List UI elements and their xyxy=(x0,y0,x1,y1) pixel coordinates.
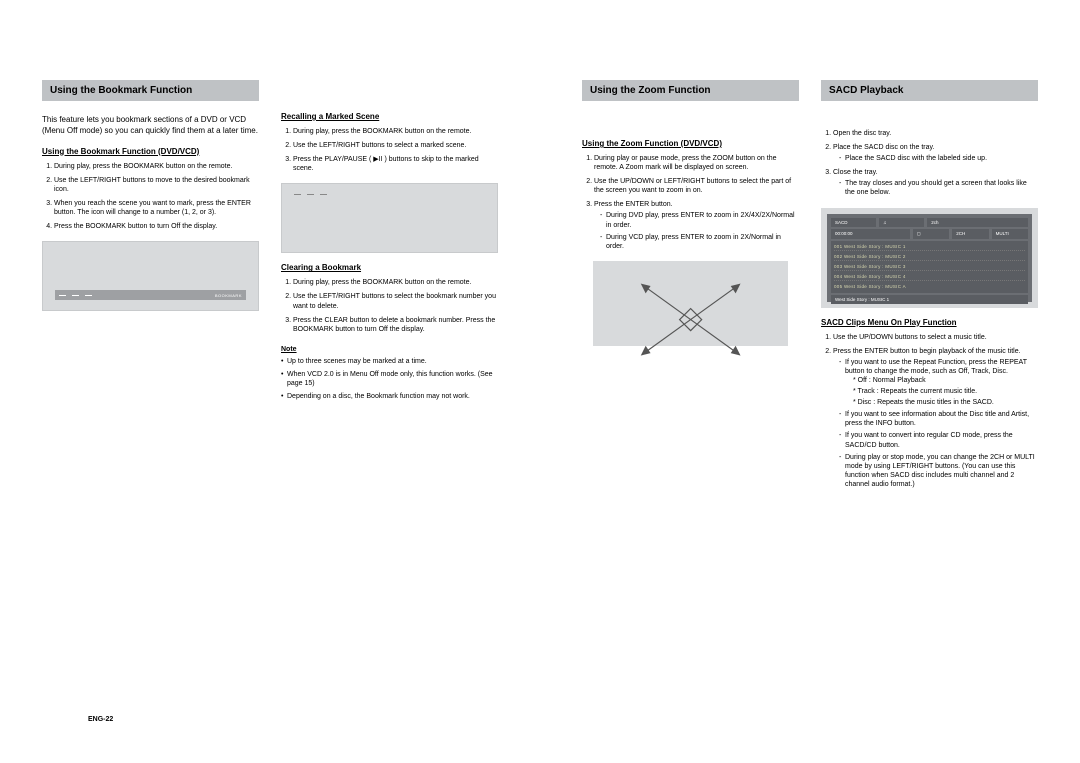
step: Press the BOOKMARK button to turn Off th… xyxy=(54,222,259,231)
section-title-bookmark: Using the Bookmark Function xyxy=(42,80,259,101)
left-col-2: Recalling a Marked Scene During play, pr… xyxy=(281,80,498,405)
note-item: Depending on a disc, the Bookmark functi… xyxy=(281,392,498,401)
step: Place the SACD disc on the tray. Place t… xyxy=(833,143,1038,163)
intro-text: This feature lets you bookmark sections … xyxy=(42,115,259,137)
sacd-track: 002 West Side Story : MUSIC 2 xyxy=(834,254,1025,261)
subhead-zoom-fn: Using the Zoom Function (DVD/VCD) xyxy=(582,139,799,148)
note-label: Note xyxy=(281,346,498,353)
section-title-sacd: SACD Playback xyxy=(821,80,1038,101)
subhead-sacd-clips: SACD Clips Menu On Play Function xyxy=(821,318,1038,327)
page-right: Using the Zoom Function Using the Zoom F… xyxy=(540,0,1080,763)
steps-recall: During play, press the BOOKMARK button o… xyxy=(281,127,498,173)
note-item: Up to three scenes may be marked at a ti… xyxy=(281,357,498,366)
sacd-icon-cell: ♫ xyxy=(879,218,924,227)
sacd-dash: During play or stop mode, you can change… xyxy=(839,453,1038,489)
sacd-track-list: 001 West Side Story : MUSIC 1 002 West S… xyxy=(831,241,1028,293)
recall-screenshot xyxy=(281,183,498,253)
section-title-zoom: Using the Zoom Function xyxy=(582,80,799,101)
step: Close the tray. The tray closes and you … xyxy=(833,168,1038,197)
sacd-time: 00:00:00 xyxy=(831,229,910,239)
step: Press the CLEAR button to delete a bookm… xyxy=(293,316,498,334)
sacd-dash: If you want to use the Repeat Function, … xyxy=(839,358,1038,407)
step: Use the UP/DOWN buttons to select a musi… xyxy=(833,333,1038,342)
sacd-dash: If you want to see information about the… xyxy=(839,410,1038,428)
step: When you reach the scene you want to mar… xyxy=(54,199,259,217)
sacd-dash-list: If you want to use the Repeat Function, … xyxy=(833,358,1038,489)
sacd-track: 001 West Side Story : MUSIC 1 xyxy=(834,244,1025,251)
step: Use the UP/DOWN or LEFT/RIGHT buttons to… xyxy=(594,177,799,195)
note-item: When VCD 2.0 is in Menu Off mode only, t… xyxy=(281,370,498,388)
step: During play, press the BOOKMARK button o… xyxy=(54,162,259,171)
bookmark-screenshot: BOOKMARK xyxy=(42,241,259,311)
step: Press the ENTER button. During DVD play,… xyxy=(594,200,799,250)
sacd-2ch: 2CH xyxy=(952,229,988,239)
sacd-now-playing: West Side Story : MUSIC 1 xyxy=(831,295,1028,304)
sacd-dash: If you want to convert into regular CD m… xyxy=(839,431,1038,449)
sacd-sub: The tray closes and you should get a scr… xyxy=(839,179,1038,197)
sacd-mode: 2ch xyxy=(927,218,1028,227)
zoom-sublist: During DVD play, press ENTER to zoom in … xyxy=(594,211,799,250)
star-item: * Disc : Repeats the music titles in the… xyxy=(853,398,1038,407)
steps-sacd-setup: Open the disc tray. Place the SACD disc … xyxy=(821,129,1038,198)
page-left: Using the Bookmark Function This feature… xyxy=(0,0,540,763)
sacd-tag: SACD xyxy=(831,218,876,227)
right-col-1: Using the Zoom Function Using the Zoom F… xyxy=(582,80,799,494)
sacd-icon-cell: ◻ xyxy=(913,229,949,239)
subhead-recall: Recalling a Marked Scene xyxy=(281,112,498,121)
step: Use the LEFT/RIGHT buttons to move to th… xyxy=(54,176,259,194)
step: Use the LEFT/RIGHT buttons to select a m… xyxy=(293,141,498,150)
zoom-sub: During VCD play, press ENTER to zoom in … xyxy=(600,233,799,251)
sacd-track: 005 West Side Story : MUSIC A xyxy=(834,284,1025,290)
steps-bookmark: During play, press the BOOKMARK button o… xyxy=(42,162,259,232)
zoom-screenshot xyxy=(593,261,788,346)
step: During play or pause mode, press the ZOO… xyxy=(594,154,799,172)
sacd-multi: MULTI xyxy=(992,229,1028,239)
sacd-sub: Place the SACD disc with the labeled sid… xyxy=(839,154,1038,163)
note-list: Up to three scenes may be marked at a ti… xyxy=(281,357,498,401)
zoom-arrows-icon xyxy=(593,261,788,378)
step: Use the LEFT/RIGHT buttons to select the… xyxy=(293,292,498,310)
subhead-clear: Clearing a Bookmark xyxy=(281,263,498,272)
document-spread: Using the Bookmark Function This feature… xyxy=(0,0,1080,763)
left-col-1: Using the Bookmark Function This feature… xyxy=(42,80,259,405)
step: Open the disc tray. xyxy=(833,129,1038,138)
star-item: * Off : Normal Playback xyxy=(853,376,1038,385)
subhead-bookmark-fn: Using the Bookmark Function (DVD/VCD) xyxy=(42,147,259,156)
step: During play, press the BOOKMARK button o… xyxy=(293,127,498,136)
steps-clear: During play, press the BOOKMARK button o… xyxy=(281,278,498,333)
sacd-screenshot: SACD ♫ 2ch 00:00:00 ◻ 2CH MULTI 001 West… xyxy=(821,208,1038,308)
right-col-2: SACD Playback Open the disc tray. Place … xyxy=(821,80,1038,494)
sacd-track: 003 West Side Story : MUSIC 3 xyxy=(834,264,1025,271)
zoom-sub: During DVD play, press ENTER to zoom in … xyxy=(600,211,799,229)
step: Press the ENTER button to begin playback… xyxy=(833,347,1038,489)
star-item: * Track : Repeats the current music titl… xyxy=(853,387,1038,396)
step: Press the PLAY/PAUSE ( ▶II ) buttons to … xyxy=(293,155,498,173)
steps-sacd-play: Use the UP/DOWN buttons to select a musi… xyxy=(821,333,1038,489)
sacd-track: 004 West Side Story : MUSIC 4 xyxy=(834,274,1025,281)
step: During play, press the BOOKMARK button o… xyxy=(293,278,498,287)
page-number-left: ENG-22 xyxy=(88,716,113,723)
repeat-modes: * Off : Normal Playback * Track : Repeat… xyxy=(845,376,1038,407)
bookmark-bar: BOOKMARK xyxy=(55,290,246,300)
bookmark-bar-label: BOOKMARK xyxy=(215,293,242,298)
steps-zoom: During play or pause mode, press the ZOO… xyxy=(582,154,799,251)
